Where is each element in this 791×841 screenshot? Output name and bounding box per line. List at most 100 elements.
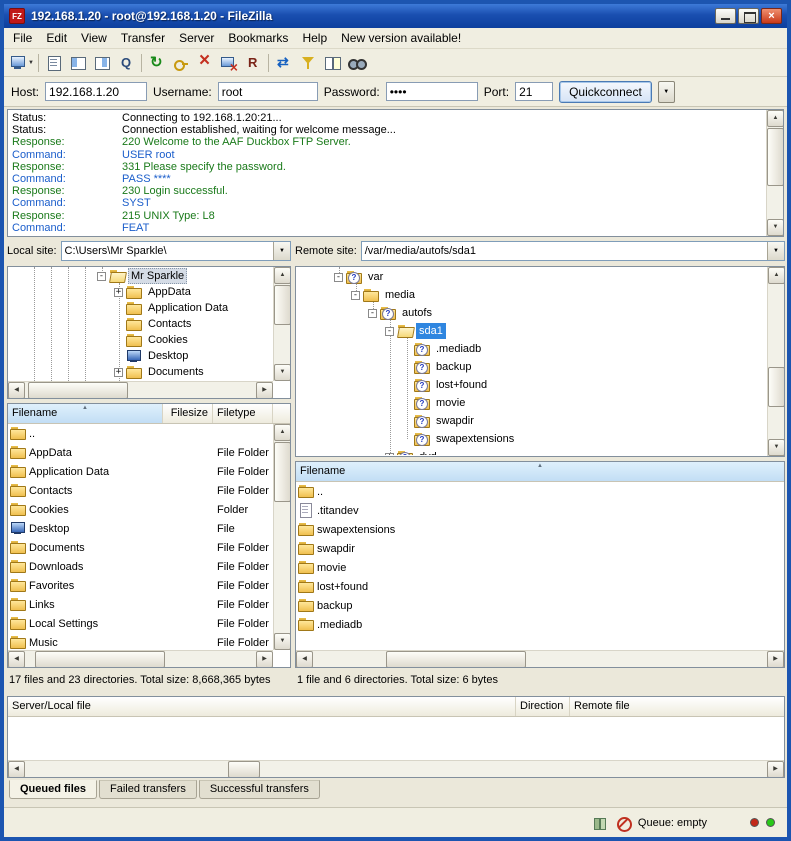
expand-toggle[interactable]: + <box>114 368 123 377</box>
scroll-left-button[interactable]: ◀ <box>8 651 25 668</box>
tree-item-mediadb[interactable]: .mediadb <box>296 340 767 358</box>
tree-item-lost-found[interactable]: lost+found <box>296 376 767 394</box>
scroll-down-button[interactable]: ▼ <box>767 219 784 236</box>
scroll-up-button[interactable]: ▲ <box>767 110 784 127</box>
menu-edit[interactable]: Edit <box>39 28 74 48</box>
tree-item-swapdir[interactable]: swapdir <box>296 412 767 430</box>
scroll-up-button[interactable]: ▲ <box>768 267 785 284</box>
scroll-up-button[interactable]: ▲ <box>274 267 291 284</box>
Cookies[interactable]: Cookies Folder <box>8 500 290 519</box>
filter-button[interactable]: ▼ <box>296 51 320 75</box>
combo-arrow-icon[interactable]: ▼ <box>273 242 290 260</box>
tree-item-swapextensions[interactable]: swapextensions <box>296 430 767 448</box>
tab-successful-transfers[interactable]: Successful transfers <box>199 780 320 799</box>
.titandev[interactable]: .titandev <box>296 501 784 520</box>
column-header-filesize[interactable]: Filesize <box>163 404 213 423</box>
menu-file[interactable]: File <box>6 28 39 48</box>
disconnect-button[interactable]: ▼ <box>217 51 241 75</box>
tree-item-dvd[interactable]: + dvd <box>296 448 767 455</box>
tree-item-contacts[interactable]: Contacts <box>8 316 273 332</box>
expand-toggle[interactable]: - <box>385 327 394 336</box>
toolbar-button[interactable]: ▼ <box>265 51 272 75</box>
quickconnect-dropdown-button[interactable]: ▼ <box>658 81 675 103</box>
port-input[interactable] <box>515 82 553 101</box>
tree-item-var[interactable]: - var <box>296 268 767 286</box>
tree-item-cookies[interactable]: Cookies <box>8 332 273 348</box>
tree-item-media[interactable]: - media <box>296 286 767 304</box>
Favorites[interactable]: Favorites File Folder <box>8 576 290 595</box>
column-header-filename[interactable]: Filename <box>8 404 163 423</box>
expand-toggle[interactable]: + <box>114 288 123 297</box>
tree-item-mr-sparkle[interactable]: - Mr Sparkle <box>8 268 273 284</box>
expand-toggle[interactable]: - <box>334 273 343 282</box>
scroll-left-button[interactable]: ◀ <box>296 651 313 668</box>
scroll-down-button[interactable]: ▼ <box>768 439 785 456</box>
swapextensions[interactable]: swapextensions <box>296 520 784 539</box>
menu-server[interactable]: Server <box>172 28 221 48</box>
titlebar[interactable]: FZ 192.168.1.20 - root@192.168.1.20 - Fi… <box>4 4 787 28</box>
column-header-filename[interactable]: Filename <box>296 462 784 481</box>
Documents[interactable]: Documents File Folder <box>8 538 290 557</box>
remote-list-horizontal-scrollbar[interactable]: ◀ ▶ <box>296 650 784 667</box>
local-tree-horizontal-scrollbar[interactable]: ◀ ▶ <box>8 381 273 398</box>
password-input[interactable] <box>386 82 478 101</box>
comparison-button[interactable]: ▼ <box>320 51 344 75</box>
menu-bookmarks[interactable]: Bookmarks <box>221 28 295 48</box>
Application Data[interactable]: Application Data File Folder <box>8 462 290 481</box>
chevron-down-icon[interactable]: ▼ <box>28 60 34 66</box>
Contacts[interactable]: Contacts File Folder <box>8 481 290 500</box>
combo-arrow-icon[interactable]: ▼ <box>767 242 784 260</box>
..[interactable]: .. <box>296 482 784 501</box>
scroll-thumb[interactable] <box>274 285 291 325</box>
tree-item-sda1[interactable]: - sda1 <box>296 322 767 340</box>
toolbar-button[interactable]: ▼ <box>35 51 42 75</box>
tree-item-desktop[interactable]: Desktop <box>8 348 273 364</box>
menu-view[interactable]: View <box>74 28 114 48</box>
scroll-right-button[interactable]: ▶ <box>256 382 273 399</box>
tab-queued-files[interactable]: Queued files <box>9 780 97 799</box>
scroll-right-button[interactable]: ▶ <box>256 651 273 668</box>
remote-tree-vertical-scrollbar[interactable]: ▲ ▼ <box>767 267 784 456</box>
scroll-thumb[interactable] <box>228 761 260 778</box>
AppData[interactable]: AppData File Folder <box>8 443 290 462</box>
scroll-thumb[interactable] <box>386 651 526 668</box>
column-header-direction[interactable]: Direction <box>516 697 570 716</box>
scroll-up-button[interactable]: ▲ <box>274 424 291 441</box>
toggle-remote-tree-button[interactable]: ▼ <box>90 51 114 75</box>
lost+found[interactable]: lost+found <box>296 577 784 596</box>
tree-item-application-data[interactable]: Application Data <box>8 300 273 316</box>
scroll-left-button[interactable]: ◀ <box>8 761 25 778</box>
reconnect-button[interactable]: ▼ <box>241 51 265 75</box>
.mediadb[interactable]: .mediadb <box>296 615 784 634</box>
expand-toggle[interactable]: + <box>385 453 394 456</box>
quickconnect-button[interactable]: Quickconnect <box>559 81 652 103</box>
expand-toggle[interactable]: - <box>351 291 360 300</box>
local-list-horizontal-scrollbar[interactable]: ◀ ▶ <box>8 650 273 667</box>
site-manager-button[interactable]: ▼ <box>8 51 35 75</box>
process-queue-button[interactable]: ▼ <box>169 51 193 75</box>
log-vertical-scrollbar[interactable]: ▲ ▼ <box>766 110 783 236</box>
tree-item-autofs[interactable]: - autofs <box>296 304 767 322</box>
refresh-button[interactable]: ▼ <box>145 51 169 75</box>
scroll-thumb[interactable] <box>28 382 128 399</box>
queue-horizontal-scrollbar[interactable]: ◀ ▶ <box>8 760 784 777</box>
column-header-remote-file[interactable]: Remote file <box>570 697 784 716</box>
tree-item-documents[interactable]: + Documents <box>8 364 273 380</box>
host-input[interactable] <box>45 82 147 101</box>
menu-transfer[interactable]: Transfer <box>114 28 172 48</box>
remote-site-combo[interactable]: /var/media/autofs/sda1 ▼ <box>361 241 785 261</box>
local-site-combo[interactable]: C:\Users\Mr Sparkle\ ▼ <box>61 241 291 261</box>
tree-item-backup[interactable]: backup <box>296 358 767 376</box>
scroll-left-button[interactable]: ◀ <box>8 382 25 399</box>
Local Settings[interactable]: Local Settings File Folder <box>8 614 290 633</box>
backup[interactable]: backup <box>296 596 784 615</box>
toggle-log-button[interactable]: ▼ <box>42 51 66 75</box>
scroll-thumb[interactable] <box>767 128 784 186</box>
expand-toggle[interactable]: - <box>368 309 377 318</box>
sync-browsing-button[interactable]: ▼ <box>272 51 296 75</box>
tree-item-movie[interactable]: movie <box>296 394 767 412</box>
local-list-vertical-scrollbar[interactable]: ▲ ▼ <box>273 424 290 650</box>
toggle-queue-button[interactable]: ▼ <box>114 51 138 75</box>
tab-failed-transfers[interactable]: Failed transfers <box>99 780 197 799</box>
scroll-right-button[interactable]: ▶ <box>767 761 784 778</box>
